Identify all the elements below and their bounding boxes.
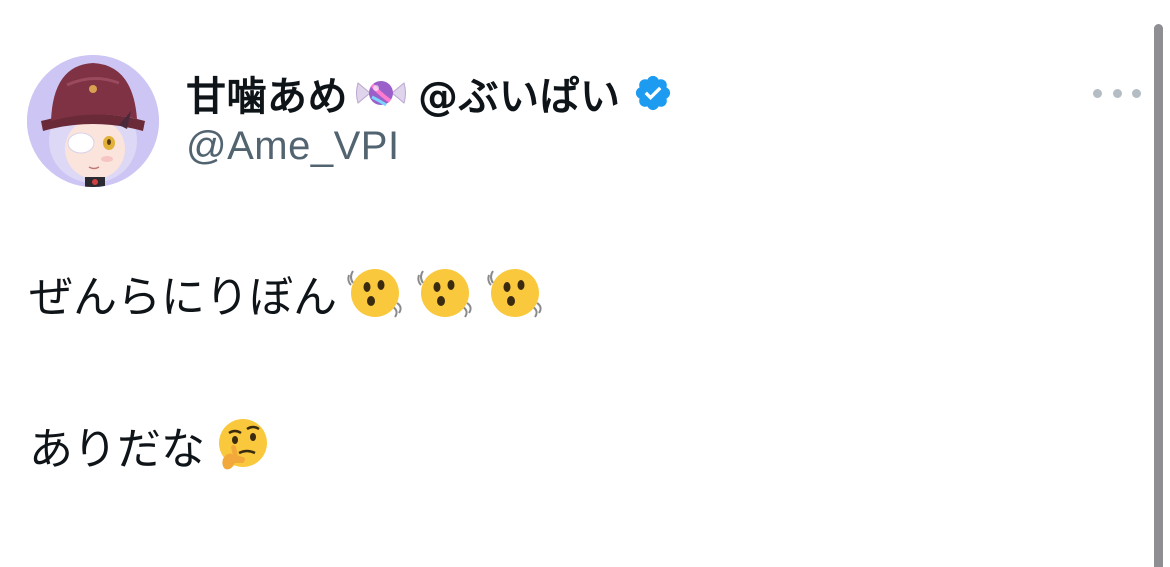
more-dots-icon (1093, 88, 1102, 98)
more-dots-icon (1132, 88, 1141, 98)
avatar[interactable] (27, 55, 159, 187)
author-display-name[interactable]: 甘噛あめ (186, 64, 348, 122)
author-handle[interactable]: @Ame_VPI (186, 124, 673, 169)
tweet-text: ぜんらにりぼん (29, 272, 337, 323)
tweet-text-line-1: ぜんらにりぼん (29, 262, 545, 324)
verified-badge-icon[interactable] (633, 73, 673, 113)
scrollbar[interactable] (1154, 24, 1163, 567)
tweet-text: ありだな (29, 424, 205, 475)
author-name-row[interactable]: 甘噛あめ @ぶいぱい (186, 64, 673, 122)
more-dots-icon (1112, 88, 1122, 98)
tweet-text-line-2: ありだな (29, 414, 273, 476)
shaking-face-emoji-icon (345, 263, 405, 323)
thinking-face-emoji-icon (213, 415, 273, 475)
shaking-face-emoji-icon (485, 263, 545, 323)
avatar-image (27, 55, 159, 187)
more-options-button[interactable] (1093, 82, 1141, 104)
tweet-header: 甘噛あめ @ぶいぱい @Ame_VPI (186, 64, 673, 169)
shaking-face-emoji-icon (415, 263, 475, 323)
author-group-name[interactable]: @ぶいぱい (418, 64, 621, 122)
candy-icon (352, 73, 410, 113)
tweet-card: 甘噛あめ @ぶいぱい @Ame_VPI ぜんらにりぼん ありだな (0, 0, 1170, 567)
